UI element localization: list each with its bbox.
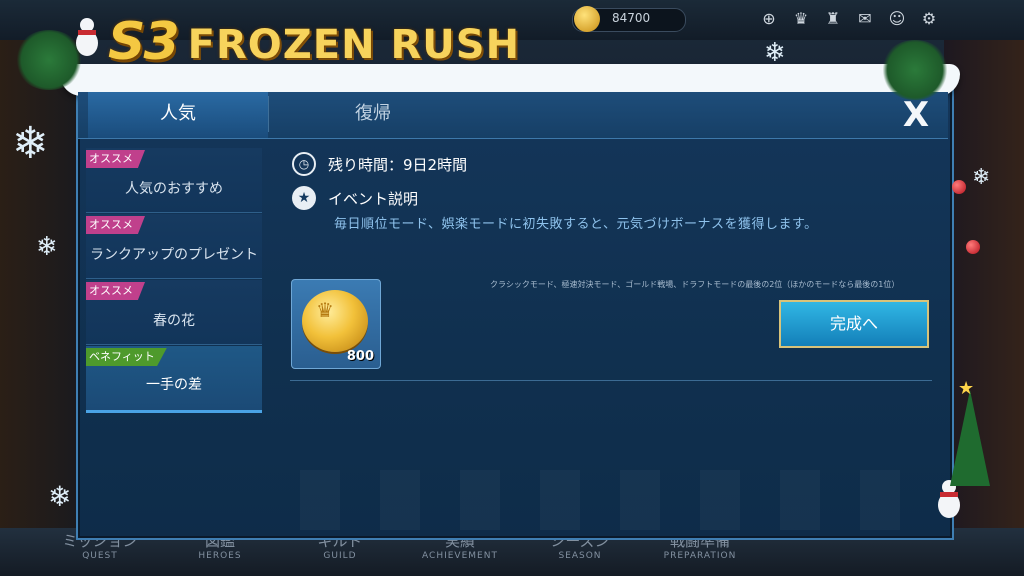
crown-icon: ♛ [316,298,334,322]
sidebar-item-rankup-present[interactable]: オススメ ランクアップのプレゼント [86,214,262,279]
tab-bar: 人気 復帰 [78,92,948,139]
mail-icon[interactable]: ✉ [854,9,876,29]
reward-item[interactable]: ♛ 800 [291,279,381,369]
recommend-badge: オススメ [86,282,145,300]
snowman-icon [74,18,100,58]
snowflake-icon: ❄ [764,38,786,68]
sidebar-item-spring-flower[interactable]: オススメ 春の花 [86,280,262,345]
recommend-badge: オススメ [86,216,145,234]
coin-balance: 84700 [612,11,651,25]
close-button[interactable]: X [896,96,936,134]
snowman-icon [936,480,962,520]
remaining-time: 残り時間：9日2時間 [328,155,468,174]
sidebar-item-one-move[interactable]: ベネフィット 一手の差 [86,346,262,413]
castle-icon[interactable]: ♜ [822,9,844,29]
sidebar-item-popular-recommend[interactable]: オススメ 人気のおすすめ [86,148,262,213]
clock-icon: ◷ [292,152,316,176]
star-icon: ★ [958,378,975,399]
reward-count: 800 [346,349,374,364]
banner-season: S3 [108,12,180,72]
gold-coin-icon [302,290,368,352]
remaining-time-row: ◷ 残り時間：9日2時間 [292,152,467,176]
event-description: 毎日順位モード、娯楽モードに初失敗すると、元気づけボーナスを獲得します。 [334,217,818,232]
sidebar-item-label: 人気のおすすめ [125,181,223,197]
sidebar-item-label: ランクアップのプレゼント [90,247,258,263]
snowflake-icon: ❄ [12,118,49,169]
ornament-icon [966,240,980,254]
complete-button[interactable]: 完成へ [779,300,929,348]
event-description-row: ★ イベント説明 [292,186,418,210]
floor-pattern [300,470,940,530]
snowflake-icon: ❄ [36,232,58,262]
trophy-icon[interactable]: ♛ [790,9,812,29]
tab-return[interactable]: 復帰 [278,92,468,138]
event-note: クラシックモード、極速対決モード、ゴールド戦場、ドラフトモードの最後の2位（ほか… [490,280,900,289]
star-icon: ★ [292,186,316,210]
benefit-badge: ベネフィット [86,348,167,366]
coin-icon [574,6,600,32]
snowflake-icon: ❄ [48,480,72,513]
plus-icon[interactable]: ⊕ [758,9,780,29]
content-divider [290,380,932,381]
sidebar-item-label: 春の花 [153,313,195,329]
recommend-badge: オススメ [86,150,145,168]
christmas-tree-icon [950,390,990,486]
tab-divider [268,96,269,132]
friends-icon[interactable]: ☺ [886,9,908,29]
hud-icons: ⊕ ♛ ♜ ✉ ☺ ⚙ [758,9,940,29]
background-left [0,40,80,540]
event-heading: イベント説明 [328,189,419,208]
event-sidebar: オススメ 人気のおすすめ オススメ ランクアップのプレゼント オススメ 春の花 … [86,148,262,528]
banner-title: FROZEN RUSH [187,22,521,68]
gear-icon[interactable]: ⚙ [918,9,940,29]
pine-branch-decoration [880,40,950,100]
tab-popular[interactable]: 人気 [88,92,268,138]
ornament-icon [952,180,966,194]
season-banner: S3 FROZEN RUSH [108,12,520,72]
sidebar-item-label: 一手の差 [146,377,202,393]
snowflake-icon: ❄ [972,165,991,190]
